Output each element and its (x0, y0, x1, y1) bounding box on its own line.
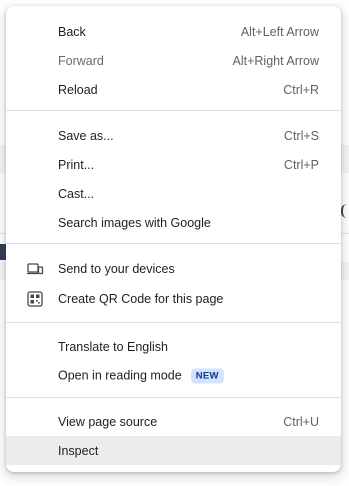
menu-item-label: Forward (58, 53, 104, 68)
menu-item-label: Cast... (58, 186, 95, 201)
shortcut-label: Ctrl+R (283, 82, 319, 97)
shortcut-label: Ctrl+P (283, 157, 319, 172)
menu-item-label: Print... (58, 157, 95, 172)
menu-item-back[interactable]: Back Alt+Left Arrow (6, 17, 341, 46)
menu-item-qr-code[interactable]: Create QR Code for this page (6, 284, 341, 313)
menu-item-reading-mode[interactable]: Open in reading mode NEW (6, 361, 341, 390)
menu-item-label: Translate to English (58, 339, 169, 354)
menu-item-label: Create QR Code for this page (58, 291, 224, 306)
shortcut-label: Ctrl+S (283, 128, 319, 143)
shortcut-label: Alt+Left Arrow (240, 24, 319, 39)
new-badge: NEW (190, 368, 224, 383)
menu-item-inspect[interactable]: Inspect (6, 436, 341, 465)
menu-separator (6, 110, 341, 111)
shortcut-label: Ctrl+U (283, 414, 319, 429)
devices-icon (26, 260, 44, 278)
menu-item-label: View page source (58, 414, 158, 429)
menu-item-label: Save as... (58, 128, 114, 143)
menu-item-print[interactable]: Print... Ctrl+P (6, 150, 341, 179)
qr-code-icon (26, 290, 44, 308)
menu-separator (6, 397, 341, 398)
menu-item-search-images[interactable]: Search images with Google (6, 208, 341, 237)
menu-item-cast[interactable]: Cast... (6, 179, 341, 208)
reading-mode-label: Open in reading mode (58, 368, 182, 382)
shortcut-label: Alt+Right Arrow (232, 53, 320, 68)
menu-item-label: Back (58, 24, 86, 39)
menu-separator (6, 243, 341, 244)
menu-item-view-source[interactable]: View page source Ctrl+U (6, 407, 341, 436)
menu-item-translate[interactable]: Translate to English (6, 332, 341, 361)
menu-item-label: Search images with Google (58, 215, 211, 230)
background-glyph (341, 204, 349, 218)
menu-item-forward[interactable]: Forward Alt+Right Arrow (6, 46, 341, 75)
context-menu: Back Alt+Left Arrow Forward Alt+Right Ar… (6, 6, 341, 472)
menu-item-save-as[interactable]: Save as... Ctrl+S (6, 121, 341, 150)
menu-item-label: Inspect (58, 443, 99, 458)
menu-item-send-to-devices[interactable]: Send to your devices (6, 254, 341, 283)
menu-separator (6, 322, 341, 323)
menu-item-label: Reload (58, 82, 98, 97)
menu-item-label: Send to your devices (58, 261, 175, 276)
menu-item-reload[interactable]: Reload Ctrl+R (6, 75, 341, 104)
menu-item-label: Open in reading mode NEW (58, 368, 224, 383)
